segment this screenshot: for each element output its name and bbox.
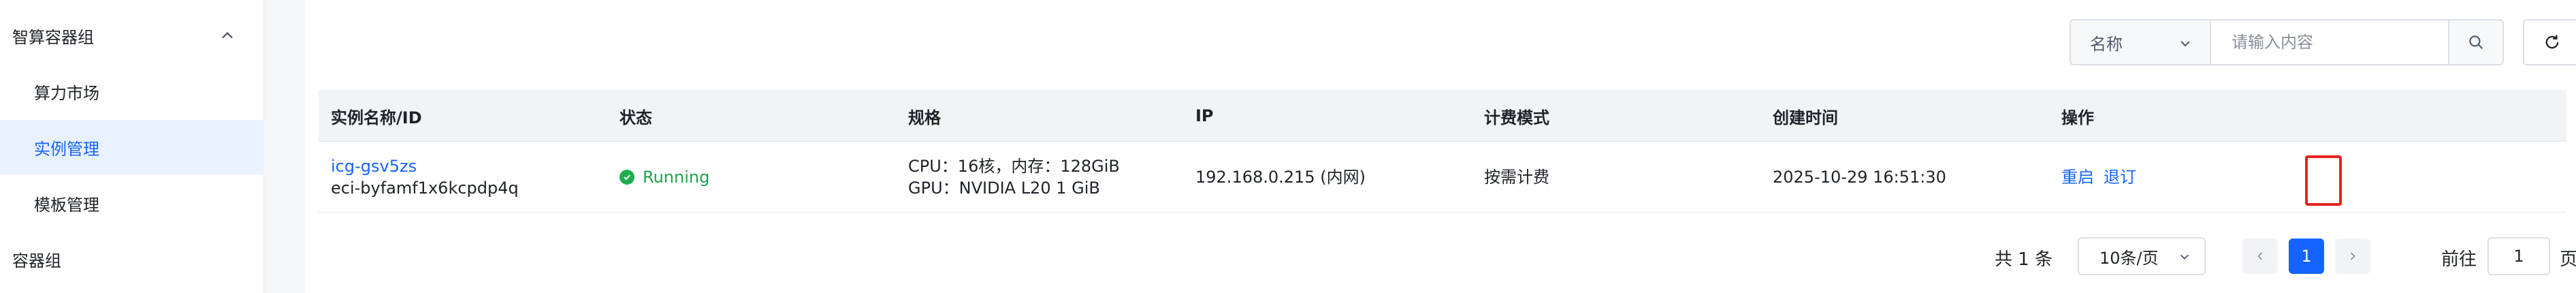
prev-page-button[interactable]: [2242, 238, 2278, 274]
refresh-icon: [2545, 35, 2559, 49]
cell-actions: 重启 退订: [2061, 142, 2146, 213]
unsubscribe-button[interactable]: 退订: [2104, 166, 2136, 188]
cell-created: 2025-10-29 16:51:30: [1773, 142, 1946, 213]
ip-address: 192.168.0.215 (内网): [1195, 168, 1366, 187]
instance-table: 实例名称/ID 状态 规格 IP 计费模式 创建时间 操作 icg-gsv5zs…: [319, 90, 2566, 213]
sidebar-group-label: 容器组: [12, 251, 61, 271]
table-row: icg-gsv5zs eci-byfamf1x6kcpdp4q Running …: [319, 142, 2566, 213]
chevron-down-icon: [2180, 41, 2190, 47]
table-header: 实例名称/ID 状态 规格 IP 计费模式 创建时间 操作: [319, 90, 2566, 142]
page-size-select[interactable]: 10条/页: [2078, 237, 2206, 275]
pagination-total: 共 1 条: [1995, 249, 2053, 270]
page-1-button[interactable]: 1: [2289, 238, 2324, 274]
column-header-created: 创建时间: [1773, 108, 1838, 127]
search-icon: [2469, 35, 2483, 49]
cell-name-id: icg-gsv5zs eci-byfamf1x6kcpdp4q: [331, 142, 519, 213]
sidebar-item-label: 模板管理: [34, 195, 99, 215]
column-header-name: 实例名称/ID: [331, 108, 422, 127]
column-header-ip: IP: [1195, 106, 1214, 125]
billing-mode: 按需计费: [1484, 168, 1549, 187]
sidebar-item-label: 算力市场: [34, 83, 99, 103]
main-content: 名称 实例名称/ID 状态 规格 IP 计费模式 创建时间 操作 icg-g: [305, 0, 2576, 293]
sidebar-group-container[interactable]: 容器组: [0, 232, 264, 286]
filter-field-select[interactable]: 名称: [2070, 19, 2210, 65]
goto-suffix: 页: [2560, 249, 2576, 270]
check-circle-icon: [619, 170, 634, 185]
sidebar: 智算容器组 算力市场 实例管理 模板管理 容器组: [0, 0, 264, 293]
search-input[interactable]: [2210, 19, 2448, 65]
sidebar-item-label: 实例管理: [34, 139, 99, 159]
sidebar-group-label: 智算容器组: [12, 27, 94, 47]
filter-field-value: 名称: [2090, 34, 2123, 54]
chevron-up-icon: [222, 31, 233, 39]
restart-button[interactable]: 重启: [2061, 166, 2094, 188]
cell-status: Running: [619, 142, 709, 213]
status-text: Running: [643, 168, 710, 187]
search-button[interactable]: [2448, 19, 2504, 65]
cell-spec: CPU：16核，内存：128GiB GPU：NVIDIA L20 1 GiB: [908, 142, 1120, 213]
cell-billing: 按需计费: [1484, 142, 1549, 213]
column-header-billing: 计费模式: [1484, 108, 1549, 127]
next-page-button[interactable]: [2335, 238, 2370, 274]
created-time: 2025-10-29 16:51:30: [1773, 168, 1946, 187]
spec-cpu-memory: CPU：16核，内存：128GiB: [908, 157, 1120, 176]
cell-ip: 192.168.0.215 (内网): [1195, 142, 1366, 213]
refresh-button[interactable]: [2523, 19, 2576, 65]
chevron-left-icon: [2257, 252, 2263, 260]
sidebar-item-compute-market[interactable]: 算力市场: [0, 64, 264, 119]
chevron-right-icon: [2350, 252, 2355, 260]
column-header-actions: 操作: [2061, 108, 2094, 127]
instance-id: eci-byfamf1x6kcpdp4q: [331, 179, 519, 198]
sidebar-item-instance-management[interactable]: 实例管理: [0, 120, 264, 174]
goto-label: 前往: [2441, 249, 2477, 270]
column-header-spec: 规格: [908, 108, 941, 127]
spec-gpu: GPU：NVIDIA L20 1 GiB: [908, 179, 1100, 198]
sidebar-group-smart-container[interactable]: 智算容器组: [0, 8, 264, 63]
instance-name-link[interactable]: icg-gsv5zs: [331, 155, 519, 177]
goto-page-input[interactable]: [2488, 237, 2550, 275]
chevron-down-icon: [2180, 254, 2189, 260]
column-header-status: 状态: [619, 108, 652, 127]
sidebar-item-template-management[interactable]: 模板管理: [0, 176, 264, 230]
page-size-value: 10条/页: [2099, 248, 2159, 268]
